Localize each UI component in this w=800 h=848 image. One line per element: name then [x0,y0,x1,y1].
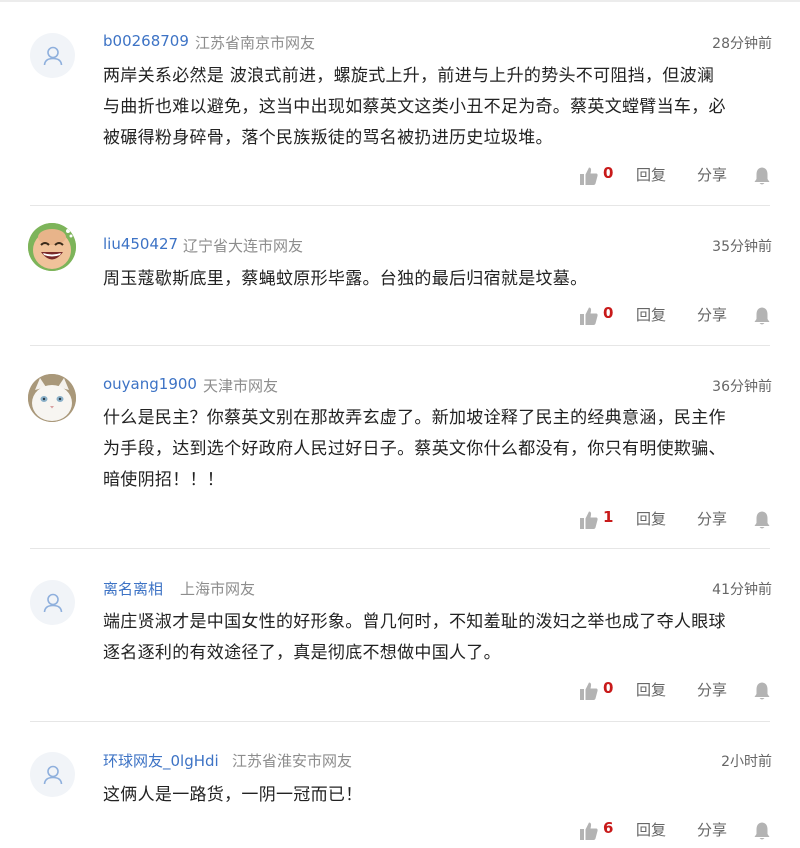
share-button[interactable]: 分享 [697,679,727,700]
default-user-icon [43,46,62,65]
comment-time: 28分钟前 [712,36,772,52]
reply-button[interactable]: 回复 [636,819,666,840]
default-user-icon [43,765,62,784]
comment-line: 端庄贤淑才是中国女性的好形象。曾几何时，不知羞耻的泼妇之举也成了夺人眼球 [103,612,726,632]
comment-line: 与曲折也难以避免，这当中出现如蔡英文这类小丑不足为奇。蔡英文螳臂当车，必 [103,97,726,117]
avatar[interactable] [28,223,76,271]
reply-button[interactable]: 回复 [636,679,666,700]
comment-line: 这俩人是一路货，一阴一冠而已！ [103,785,363,805]
comment-text: 周玉蔻歇斯底里，蔡蝇蚊原形毕露。台独的最后归宿就是坟墓。 [103,264,773,295]
thumbs-up-icon[interactable] [579,306,599,326]
avatar[interactable] [30,33,75,78]
avatar[interactable] [30,580,75,625]
share-button[interactable]: 分享 [697,304,727,325]
comment-text: 两岸关系必然是 波浪式前进，螺旋式上升，前进与上升的势头不可阻挡，但波澜 与曲折… [103,61,773,154]
like-count: 0 [603,304,614,322]
like-count: 0 [603,679,614,697]
comment-time: 41分钟前 [712,582,772,598]
comment-text: 什么是民主？你蔡英文别在那故弄玄虚了。新加坡诠释了民主的经典意涵，民主作 为手段… [103,403,773,496]
bell-icon[interactable] [753,306,771,326]
like-count: 0 [603,164,614,182]
comment-line: 暗使阴招！！！ [103,470,225,490]
laughing-face-avatar [28,223,76,271]
thumbs-up-icon[interactable] [579,510,599,530]
like-count: 6 [603,819,614,837]
comment-divider [30,548,770,549]
user-location: 天津市网友 [203,377,279,395]
share-button[interactable]: 分享 [697,508,727,529]
username-link[interactable]: b00268709 [103,32,189,50]
username-link[interactable]: ouyang1900 [103,375,197,393]
thumbs-up-icon[interactable] [579,681,599,701]
comment-divider [30,345,770,346]
top-divider [0,0,800,2]
bell-icon[interactable] [753,821,771,841]
reply-button[interactable]: 回复 [636,164,666,185]
comment-time: 36分钟前 [712,379,772,395]
comment-time: 35分钟前 [712,239,772,255]
comment-line: 被碾得粉身碎骨，落个民族叛徒的骂名被扔进历史垃圾堆。 [103,128,553,148]
comment-time: 2小时前 [721,754,772,770]
comment-text: 端庄贤淑才是中国女性的好形象。曾几何时，不知羞耻的泼妇之举也成了夺人眼球 逐名逐… [103,607,773,669]
thumbs-up-icon[interactable] [579,166,599,186]
like-count: 1 [603,508,614,526]
user-location: 辽宁省大连市网友 [183,237,304,255]
username-link[interactable]: 离名离相 [103,578,163,599]
comment-divider [30,205,770,206]
comment-actions: 0 回复 分享 [0,679,800,703]
user-location: 江苏省南京市网友 [195,34,316,52]
user-location: 上海市网友 [180,580,256,598]
default-user-icon [43,593,62,612]
comment-line: 两岸关系必然是 波浪式前进，螺旋式上升，前进与上升的势头不可阻挡，但波澜 [103,66,715,86]
bell-icon[interactable] [753,510,771,530]
username-link[interactable]: 环球网友_0lgHdi [103,750,219,771]
comment-line: 为手段，达到选个好政府人民过好日子。蔡英文你什么都没有，你只有明使欺骗、 [103,439,726,459]
comment-line: 什么是民主？你蔡英文别在那故弄玄虚了。新加坡诠释了民主的经典意涵，民主作 [103,408,726,428]
avatar[interactable] [30,752,75,797]
comment-line: 周玉蔻歇斯底里，蔡蝇蚊原形毕露。台独的最后归宿就是坟墓。 [103,269,588,289]
comment-divider [30,721,770,722]
comment-actions: 0 回复 分享 [0,164,800,188]
avatar[interactable] [28,374,76,422]
user-location: 江苏省淮安市网友 [232,752,353,770]
share-button[interactable]: 分享 [697,819,727,840]
thumbs-up-icon[interactable] [579,821,599,841]
comment-line: 逐名逐利的有效途径了，真是彻底不想做中国人了。 [103,643,501,663]
bell-icon[interactable] [753,166,771,186]
reply-button[interactable]: 回复 [636,304,666,325]
white-cat-avatar [28,374,76,422]
comment-text: 这俩人是一路货，一阴一冠而已！ [103,780,773,811]
share-button[interactable]: 分享 [697,164,727,185]
bell-icon[interactable] [753,681,771,701]
username-link[interactable]: liu450427 [103,235,178,253]
comment-actions: 6 回复 分享 [0,819,800,843]
comment-actions: 0 回复 分享 [0,304,800,328]
reply-button[interactable]: 回复 [636,508,666,529]
comment-actions: 1 回复 分享 [0,508,800,532]
